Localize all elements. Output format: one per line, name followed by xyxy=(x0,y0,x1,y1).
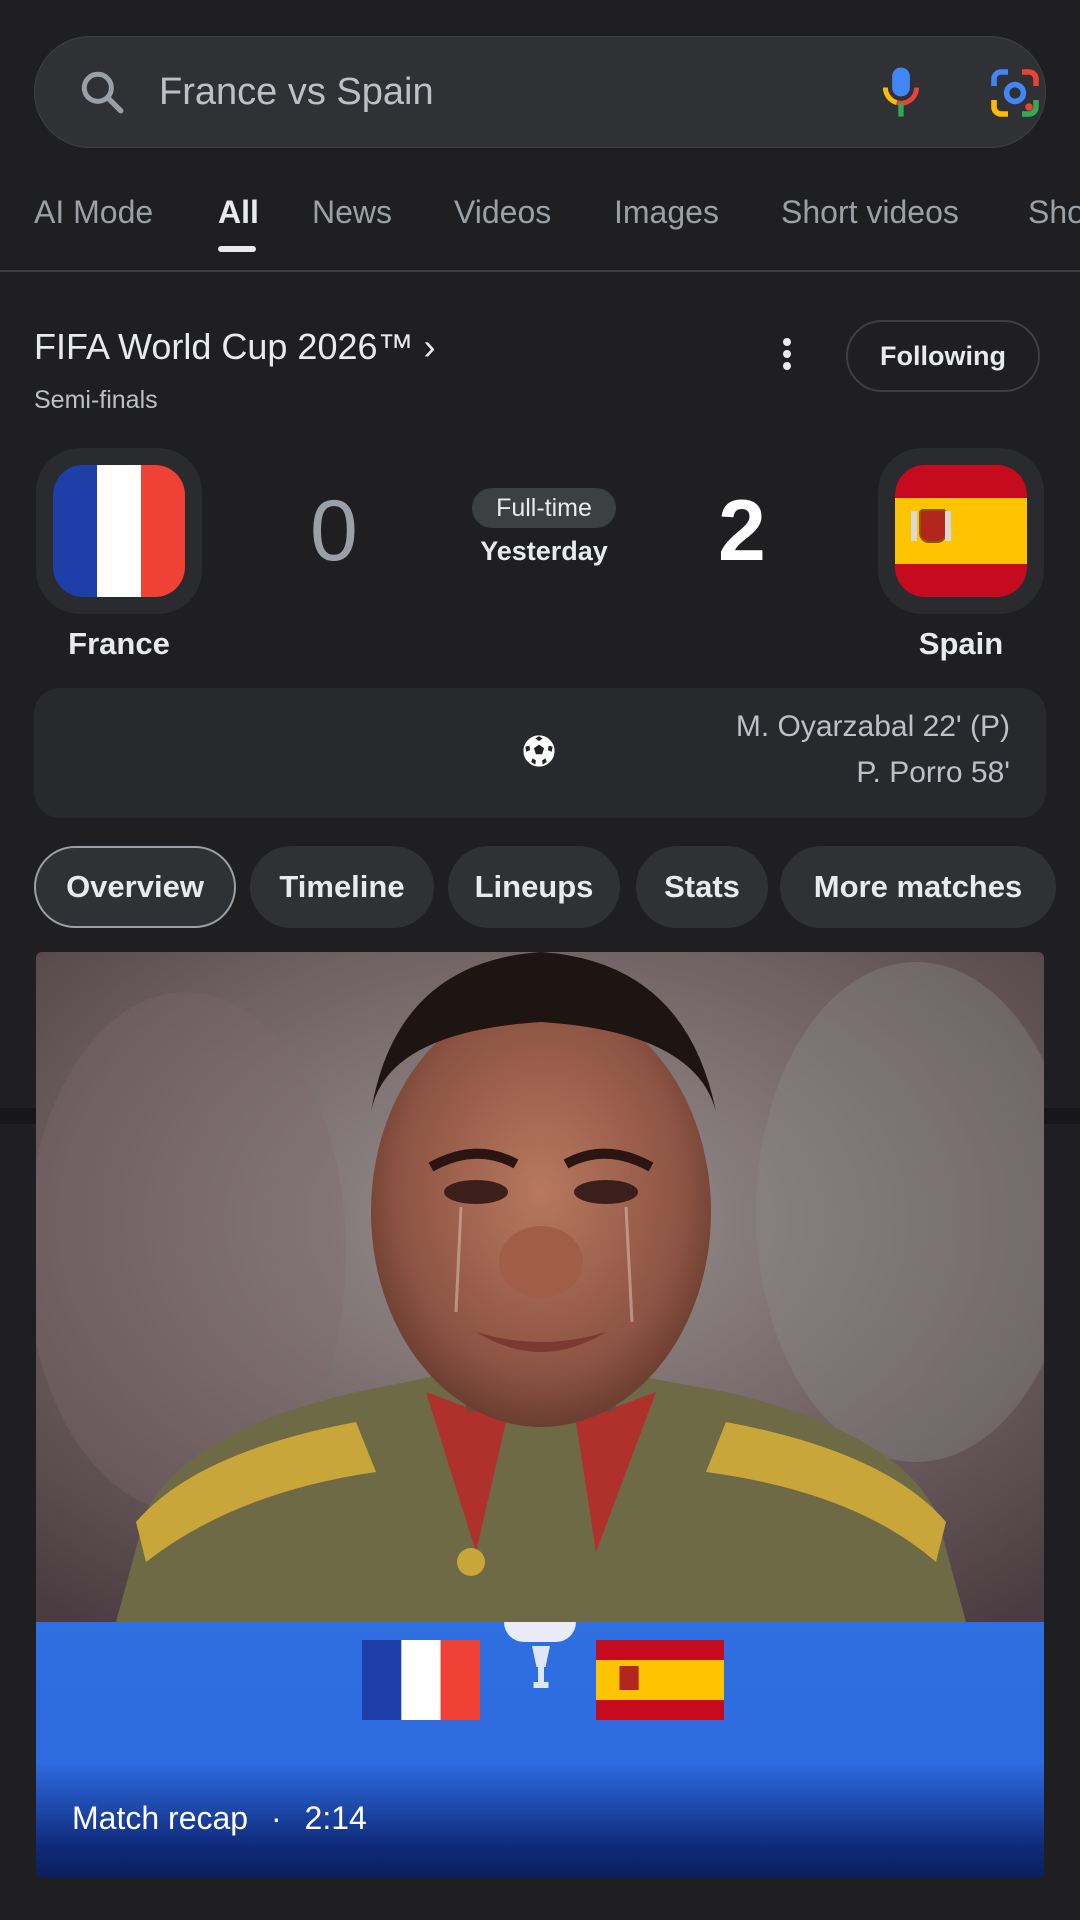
tab-ai-mode[interactable]: AI Mode xyxy=(34,194,153,231)
france-flag-icon xyxy=(53,465,185,597)
competition-stage: Semi-finals xyxy=(34,386,158,414)
microphone-icon[interactable] xyxy=(873,63,929,121)
away-team-name[interactable]: Spain xyxy=(861,626,1061,662)
search-input[interactable]: France vs Spain xyxy=(159,67,434,117)
soccer-ball-icon xyxy=(523,735,555,767)
tab-videos[interactable]: Videos xyxy=(454,194,551,231)
match-date: Yesterday xyxy=(480,536,608,566)
video-caption: Match recap · 2:14 xyxy=(72,1800,367,1837)
video-thumbnail xyxy=(36,952,1044,1622)
search-tabs: AI Mode All News Videos Images Short vid… xyxy=(0,186,1080,272)
google-lens-icon[interactable] xyxy=(987,65,1043,121)
scrubber-handle[interactable] xyxy=(504,1622,576,1642)
tab-shopping[interactable]: Sho xyxy=(1028,194,1080,231)
caption-separator: · xyxy=(270,1800,282,1836)
tab-short-videos[interactable]: Short videos xyxy=(781,194,959,231)
competition-title[interactable]: FIFA World Cup 2026™ › xyxy=(34,326,436,368)
away-team-flag[interactable] xyxy=(878,448,1044,614)
home-team-name[interactable]: France xyxy=(19,626,219,662)
video-duration: 2:14 xyxy=(304,1800,367,1836)
search-bar[interactable]: France vs Spain xyxy=(34,36,1046,148)
tab-images[interactable]: Images xyxy=(614,194,719,231)
spain-flag-icon xyxy=(895,465,1027,597)
match-recap-video[interactable]: Match recap · 2:14 xyxy=(36,952,1044,1878)
following-button[interactable]: Following xyxy=(846,320,1040,392)
video-title: Match recap xyxy=(72,1800,249,1836)
home-team-flag[interactable] xyxy=(36,448,202,614)
more-options-icon[interactable] xyxy=(770,334,804,374)
chip-overview[interactable]: Overview xyxy=(34,846,236,928)
tab-news[interactable]: News xyxy=(312,194,392,231)
chip-timeline[interactable]: Timeline xyxy=(250,846,434,928)
search-icon xyxy=(81,71,124,114)
video-banner: Match recap · 2:14 xyxy=(36,1622,1044,1878)
france-flag-icon xyxy=(362,1640,480,1720)
chip-more-matches[interactable]: More matches xyxy=(780,846,1056,928)
spain-flag-icon xyxy=(596,1640,724,1720)
match-status-badge: Full-time xyxy=(472,488,616,528)
tab-all[interactable]: All xyxy=(218,194,259,231)
trophy-icon xyxy=(532,1646,550,1688)
home-team-score: 0 xyxy=(310,483,358,579)
tab-active-indicator xyxy=(218,246,256,252)
away-team-score: 2 xyxy=(718,483,766,579)
goal-scorer-1: M. Oyarzabal 22' (P) xyxy=(735,710,1010,743)
chip-lineups[interactable]: Lineups xyxy=(448,846,620,928)
chip-stats[interactable]: Stats xyxy=(636,846,768,928)
goal-scorers-panel: M. Oyarzabal 22' (P) P. Porro 58' xyxy=(34,688,1046,818)
goal-scorer-2: P. Porro 58' xyxy=(856,756,1010,789)
tabs-divider xyxy=(0,270,1080,272)
